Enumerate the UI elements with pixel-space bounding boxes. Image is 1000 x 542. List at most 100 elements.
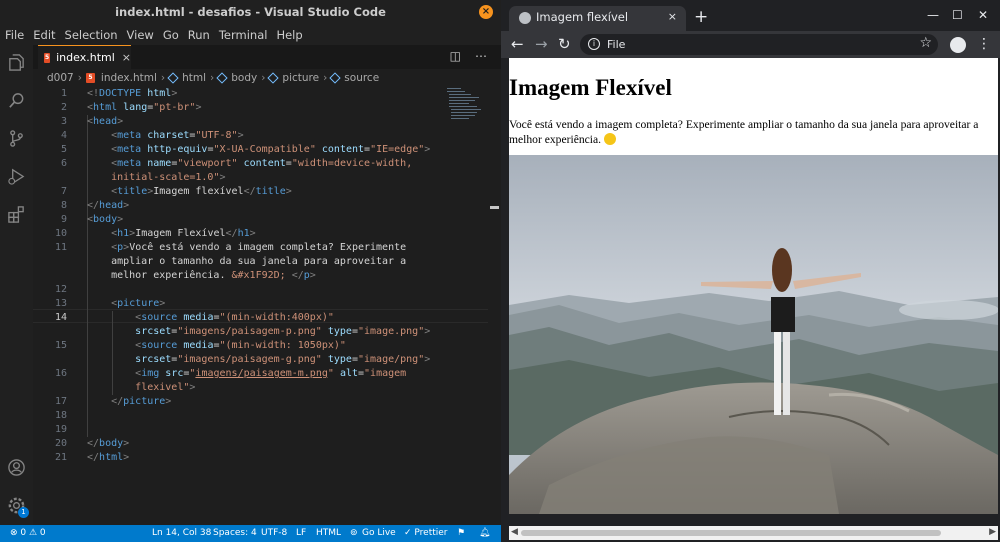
scrollbar-thumb[interactable] xyxy=(521,530,941,536)
profile-avatar-icon[interactable] xyxy=(950,37,966,53)
editor-actions: ◫ ⋯ xyxy=(436,49,487,63)
browser-window: Imagem flexível × + — ☐ ✕ ← → ↻ i File ☆… xyxy=(501,0,1000,542)
problems-status[interactable]: ⊗ 0 ⚠ 0 xyxy=(10,525,46,542)
menu-file[interactable]: File xyxy=(5,28,24,42)
run-debug-icon[interactable] xyxy=(7,167,26,186)
element-icon xyxy=(329,72,341,84)
line-number: 12 xyxy=(54,284,67,295)
tab-label: index.html xyxy=(56,51,115,64)
line-number: 9 xyxy=(60,214,67,225)
html5-icon: 5 xyxy=(85,73,95,83)
eol-status[interactable]: LF xyxy=(296,525,306,542)
golive-button[interactable]: Go Live xyxy=(362,525,396,542)
menu-go[interactable]: Go xyxy=(163,28,179,42)
settings-badge: 1 xyxy=(18,507,29,518)
line-number: 13 xyxy=(54,298,67,309)
tab-title: Imagem flexível xyxy=(536,10,629,24)
page-viewport: Imagem Flexível Você está vendo a imagem… xyxy=(509,58,998,514)
reload-icon[interactable]: ↻ xyxy=(558,35,571,53)
window-close-button[interactable]: × xyxy=(479,5,493,19)
scroll-left-arrow-icon[interactable]: ◀ xyxy=(511,527,518,537)
element-icon xyxy=(267,72,280,84)
line-number: 14 xyxy=(54,312,67,323)
globe-icon xyxy=(519,12,531,24)
new-tab-button[interactable]: + xyxy=(694,7,708,27)
landscape-photo xyxy=(509,155,998,514)
browser-tab[interactable]: Imagem flexível × xyxy=(509,6,686,31)
more-actions-icon[interactable]: ⋯ xyxy=(475,49,487,63)
settings-gear-icon[interactable]: 1 xyxy=(7,496,29,518)
line-number: 20 xyxy=(54,438,67,449)
page-heading: Imagem Flexível xyxy=(509,75,672,100)
breadcrumb-body[interactable]: body xyxy=(231,72,257,84)
language-status[interactable]: HTML xyxy=(316,525,341,542)
tab-index-html[interactable]: 5 index.html × xyxy=(38,45,131,69)
notifications-bell-icon[interactable]: 🔔︎ xyxy=(479,525,490,542)
line-number: 7 xyxy=(60,186,67,197)
extensions-icon[interactable] xyxy=(7,205,26,224)
prettier-status[interactable]: ✓ Prettier xyxy=(404,525,448,542)
line-number: 3 xyxy=(60,116,67,127)
line-number: 16 xyxy=(54,368,67,379)
golive-icon: ⊚ xyxy=(350,528,358,538)
accounts-icon[interactable] xyxy=(7,458,26,477)
line-number: 1 xyxy=(60,88,67,99)
vscode-window: index.html - desafios - Visual Studio Co… xyxy=(0,0,501,542)
maximize-icon[interactable]: ☐ xyxy=(952,8,963,22)
menu-help[interactable]: Help xyxy=(276,28,302,42)
menu-selection[interactable]: Selection xyxy=(65,28,118,42)
browser-toolbar: ← → ↻ i File ☆ ⋮ xyxy=(501,31,1000,58)
menu-run[interactable]: Run xyxy=(188,28,210,42)
line-number: 5 xyxy=(60,144,67,155)
encoding-status[interactable]: UTF-8 xyxy=(261,525,287,542)
line-number xyxy=(33,269,67,283)
line-number: 21 xyxy=(54,452,67,463)
menu-view[interactable]: View xyxy=(127,28,154,42)
minimize-icon[interactable]: — xyxy=(927,8,939,22)
search-icon[interactable] xyxy=(7,91,26,110)
line-number: 11 xyxy=(54,242,67,253)
tab-close-icon[interactable]: × xyxy=(668,10,677,23)
menu-bar: File Edit Selection View Go Run Terminal… xyxy=(0,25,501,45)
forward-icon[interactable]: → xyxy=(535,35,548,53)
breadcrumb-html[interactable]: html xyxy=(182,72,206,84)
breadcrumb-file[interactable]: index.html xyxy=(101,72,157,84)
page-horizontal-scrollbar[interactable]: ◀ ▶ xyxy=(509,526,998,540)
face-with-hand-over-mouth-emoji-icon xyxy=(603,133,616,145)
tab-close-icon[interactable]: × xyxy=(122,51,131,64)
scroll-right-arrow-icon[interactable]: ▶ xyxy=(989,527,996,537)
line-number: 18 xyxy=(54,410,67,421)
line-number xyxy=(33,325,67,339)
editor-scrollbar[interactable] xyxy=(490,206,499,209)
line-number xyxy=(33,255,67,269)
editor-tabs: 5 index.html × ◫ ⋯ xyxy=(33,45,501,69)
line-number: 10 xyxy=(54,228,67,239)
feedback-icon[interactable]: ⚑ xyxy=(457,525,465,542)
minimap[interactable] xyxy=(447,87,487,127)
breadcrumb-source[interactable]: source xyxy=(344,72,379,84)
line-number: 15 xyxy=(54,340,67,351)
url-scheme-label: File xyxy=(607,38,626,51)
paragraph-text: Você está vendo a imagem completa? Exper… xyxy=(509,118,979,146)
menu-edit[interactable]: Edit xyxy=(33,28,55,42)
menu-kebab-icon[interactable]: ⋮ xyxy=(977,36,991,52)
breadcrumb: d007 › 5 index.html › html › body › picture › … xyxy=(33,69,501,87)
split-editor-icon[interactable]: ◫ xyxy=(450,49,461,63)
activity-bar: 1 xyxy=(0,45,33,525)
info-icon[interactable]: i xyxy=(588,38,600,50)
menu-terminal[interactable]: Terminal xyxy=(219,28,268,42)
line-number xyxy=(33,381,67,395)
cursor-position[interactable]: Ln 14, Col 38 xyxy=(152,525,211,542)
breadcrumb-folder[interactable]: d007 xyxy=(47,72,74,84)
window-title: index.html - desafios - Visual Studio Co… xyxy=(0,0,501,25)
explorer-icon[interactable] xyxy=(7,53,26,72)
address-bar[interactable]: i File ☆ xyxy=(580,34,938,55)
breadcrumb-picture[interactable]: picture xyxy=(282,72,319,84)
bookmark-star-icon[interactable]: ☆ xyxy=(919,35,932,51)
back-icon[interactable]: ← xyxy=(511,35,524,53)
indentation-status[interactable]: Spaces: 4 xyxy=(213,525,257,542)
line-number: 4 xyxy=(60,130,67,141)
close-window-icon[interactable]: ✕ xyxy=(978,8,988,22)
code-editor[interactable]: 1 2 3 4 5 6 7 8 9 10 11 12 13 14 15 16 17 18 19 20 21 <!DOCT… xyxy=(33,87,488,525)
source-control-icon[interactable] xyxy=(7,129,26,148)
